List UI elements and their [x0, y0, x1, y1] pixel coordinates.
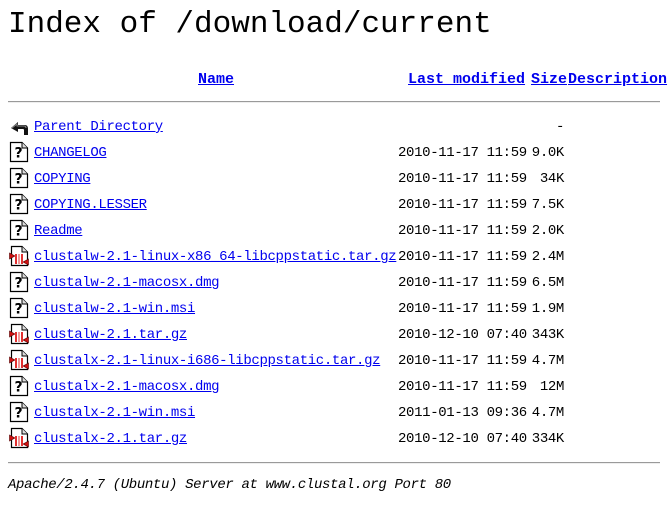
listing-row: ? clustalx-2.1-win.msi 2011-01-13 09:36 4.7…	[0, 401, 668, 425]
last-modified-value: 2010-11-17 11:59	[398, 171, 527, 187]
last-modified-value: 2011-01-13 09:36	[398, 405, 527, 421]
svg-text:?: ?	[14, 380, 22, 396]
file-link[interactable]: COPYING.LESSER	[34, 197, 147, 213]
file-link[interactable]: clustalx-2.1-win.msi	[34, 405, 195, 421]
bottom-divider	[8, 462, 660, 464]
column-header-last-modified[interactable]: Last modified	[408, 71, 525, 89]
last-modified-value: 2010-12-10 07:40	[398, 431, 527, 447]
back-icon	[9, 115, 29, 137]
size-value: 6.5M	[531, 275, 565, 291]
unknown-file-icon: ?	[9, 297, 29, 319]
size-value: 4.7M	[531, 405, 565, 421]
last-modified-value: 2010-11-17 11:59	[398, 353, 527, 369]
last-modified-value: 2010-11-17 11:59	[398, 379, 527, 395]
listing-row: ? CHANGELOG 2010-11-17 11:59 9.0K	[0, 141, 668, 165]
compressed-file-icon	[9, 427, 29, 449]
size-value: 4.7M	[531, 353, 565, 369]
last-modified-value: 2010-11-17 11:59	[398, 223, 527, 239]
listing-row: clustalx-2.1-linux-i686-libcppstatic.tar…	[0, 349, 668, 373]
svg-text:?: ?	[14, 198, 22, 214]
file-link[interactable]: clustalw-2.1-win.msi	[34, 301, 195, 317]
size-value: 9.0K	[531, 145, 565, 161]
server-signature: Apache/2.4.7 (Ubuntu) Server at www.clus…	[8, 477, 451, 493]
column-header-description[interactable]: Description	[568, 71, 667, 89]
file-link[interactable]: clustalx-2.1.tar.gz	[34, 431, 187, 447]
size-value: -	[555, 119, 564, 135]
file-link[interactable]: clustalw-2.1-linux-x86_64-libcppstatic.t…	[34, 249, 397, 265]
unknown-file-icon: ?	[9, 193, 29, 215]
size-value: 334K	[531, 431, 565, 447]
compressed-file-icon	[9, 245, 29, 267]
column-header-size[interactable]: Size	[531, 71, 567, 89]
listing-row: clustalx-2.1.tar.gz 2010-12-10 07:40 334K	[0, 427, 668, 451]
size-value: 2.0K	[531, 223, 565, 239]
listing-row: clustalw-2.1.tar.gz 2010-12-10 07:40 343K	[0, 323, 668, 347]
page-title: Index of /download/current	[8, 7, 492, 42]
listing-row: ? clustalw-2.1-macosx.dmg 2010-11-17 11:59…	[0, 271, 668, 295]
file-link[interactable]: Readme	[34, 223, 83, 239]
last-modified-value: 2010-11-17 11:59	[398, 145, 527, 161]
file-link[interactable]: clustalw-2.1-macosx.dmg	[34, 275, 220, 291]
svg-text:?: ?	[14, 146, 22, 162]
compressed-file-icon	[9, 349, 29, 371]
file-link[interactable]: Parent Directory	[34, 119, 163, 135]
last-modified-value: 2010-11-17 11:59	[398, 301, 527, 317]
listing-row: ? clustalx-2.1-macosx.dmg 2010-11-17 11:59…	[0, 375, 668, 399]
file-link[interactable]: clustalx-2.1-linux-i686-libcppstatic.tar…	[34, 353, 381, 369]
svg-text:?: ?	[14, 224, 22, 240]
svg-text:?: ?	[14, 406, 22, 422]
last-modified-value: 2010-12-10 07:40	[398, 327, 527, 343]
unknown-file-icon: ?	[9, 219, 29, 241]
last-modified-value: 2010-11-17 11:59	[398, 275, 527, 291]
unknown-file-icon: ?	[9, 167, 29, 189]
file-link[interactable]: clustalw-2.1.tar.gz	[34, 327, 187, 343]
svg-text:?: ?	[14, 302, 22, 318]
top-divider	[8, 101, 660, 103]
unknown-file-icon: ?	[9, 375, 29, 397]
listing-row: clustalw-2.1-linux-x86_64-libcppstatic.t…	[0, 245, 668, 269]
listing-row: ? COPYING.LESSER 2010-11-17 11:59 7.5K	[0, 193, 668, 217]
last-modified-value: 2010-11-17 11:59	[398, 249, 527, 265]
listing-row: ? Readme 2010-11-17 11:59 2.0K	[0, 219, 668, 243]
listing-row: Parent Directory -	[0, 115, 668, 139]
svg-text:?: ?	[14, 276, 22, 292]
file-link[interactable]: CHANGELOG	[34, 145, 107, 161]
listing-row: ? clustalw-2.1-win.msi 2010-11-17 11:59 1.9…	[0, 297, 668, 321]
size-value: 2.4M	[531, 249, 565, 265]
listing-row: ? COPYING 2010-11-17 11:59 34K	[0, 167, 668, 191]
svg-text:?: ?	[14, 172, 22, 188]
unknown-file-icon: ?	[9, 141, 29, 163]
size-value: 12M	[539, 379, 565, 395]
column-header-name[interactable]: Name	[198, 71, 234, 89]
unknown-file-icon: ?	[9, 401, 29, 423]
size-value: 343K	[531, 327, 565, 343]
size-value: 34K	[539, 171, 565, 187]
file-link[interactable]: COPYING	[34, 171, 91, 187]
file-link[interactable]: clustalx-2.1-macosx.dmg	[34, 379, 220, 395]
size-value: 7.5K	[531, 197, 565, 213]
last-modified-value: 2010-11-17 11:59	[398, 197, 527, 213]
unknown-file-icon: ?	[9, 271, 29, 293]
compressed-file-icon	[9, 323, 29, 345]
size-value: 1.9M	[531, 301, 565, 317]
